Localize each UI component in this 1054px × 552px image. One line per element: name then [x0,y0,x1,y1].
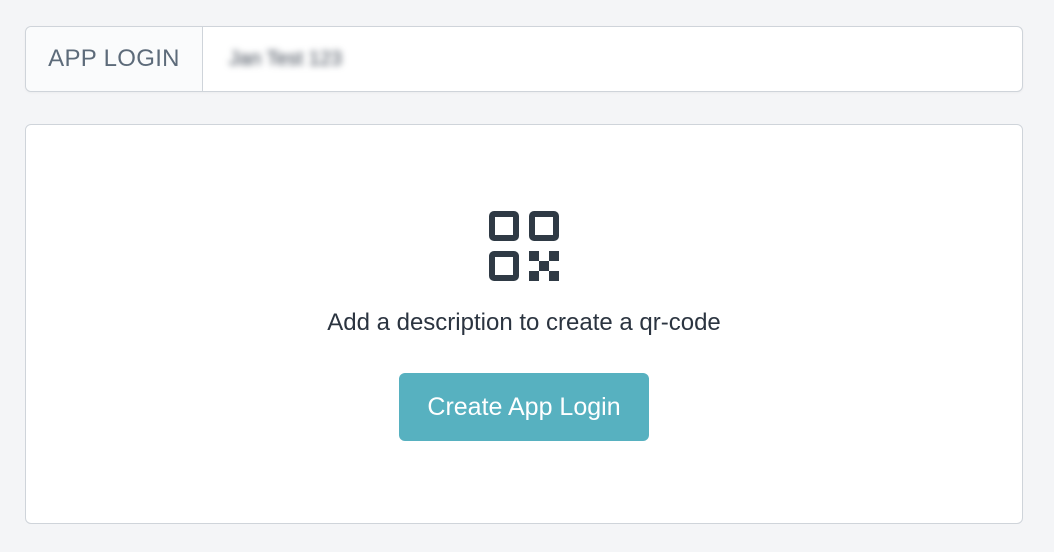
qr-code-card: Add a description to create a qr-code Cr… [25,124,1023,524]
app-login-label: APP LOGIN [26,27,203,91]
qr-code-description-text: Add a description to create a qr-code [327,309,721,336]
create-app-login-button[interactable]: Create App Login [399,373,649,441]
app-login-input-group: APP LOGIN [25,26,1023,92]
app-login-description-input[interactable] [203,27,1022,91]
qr-code-icon [489,211,559,281]
